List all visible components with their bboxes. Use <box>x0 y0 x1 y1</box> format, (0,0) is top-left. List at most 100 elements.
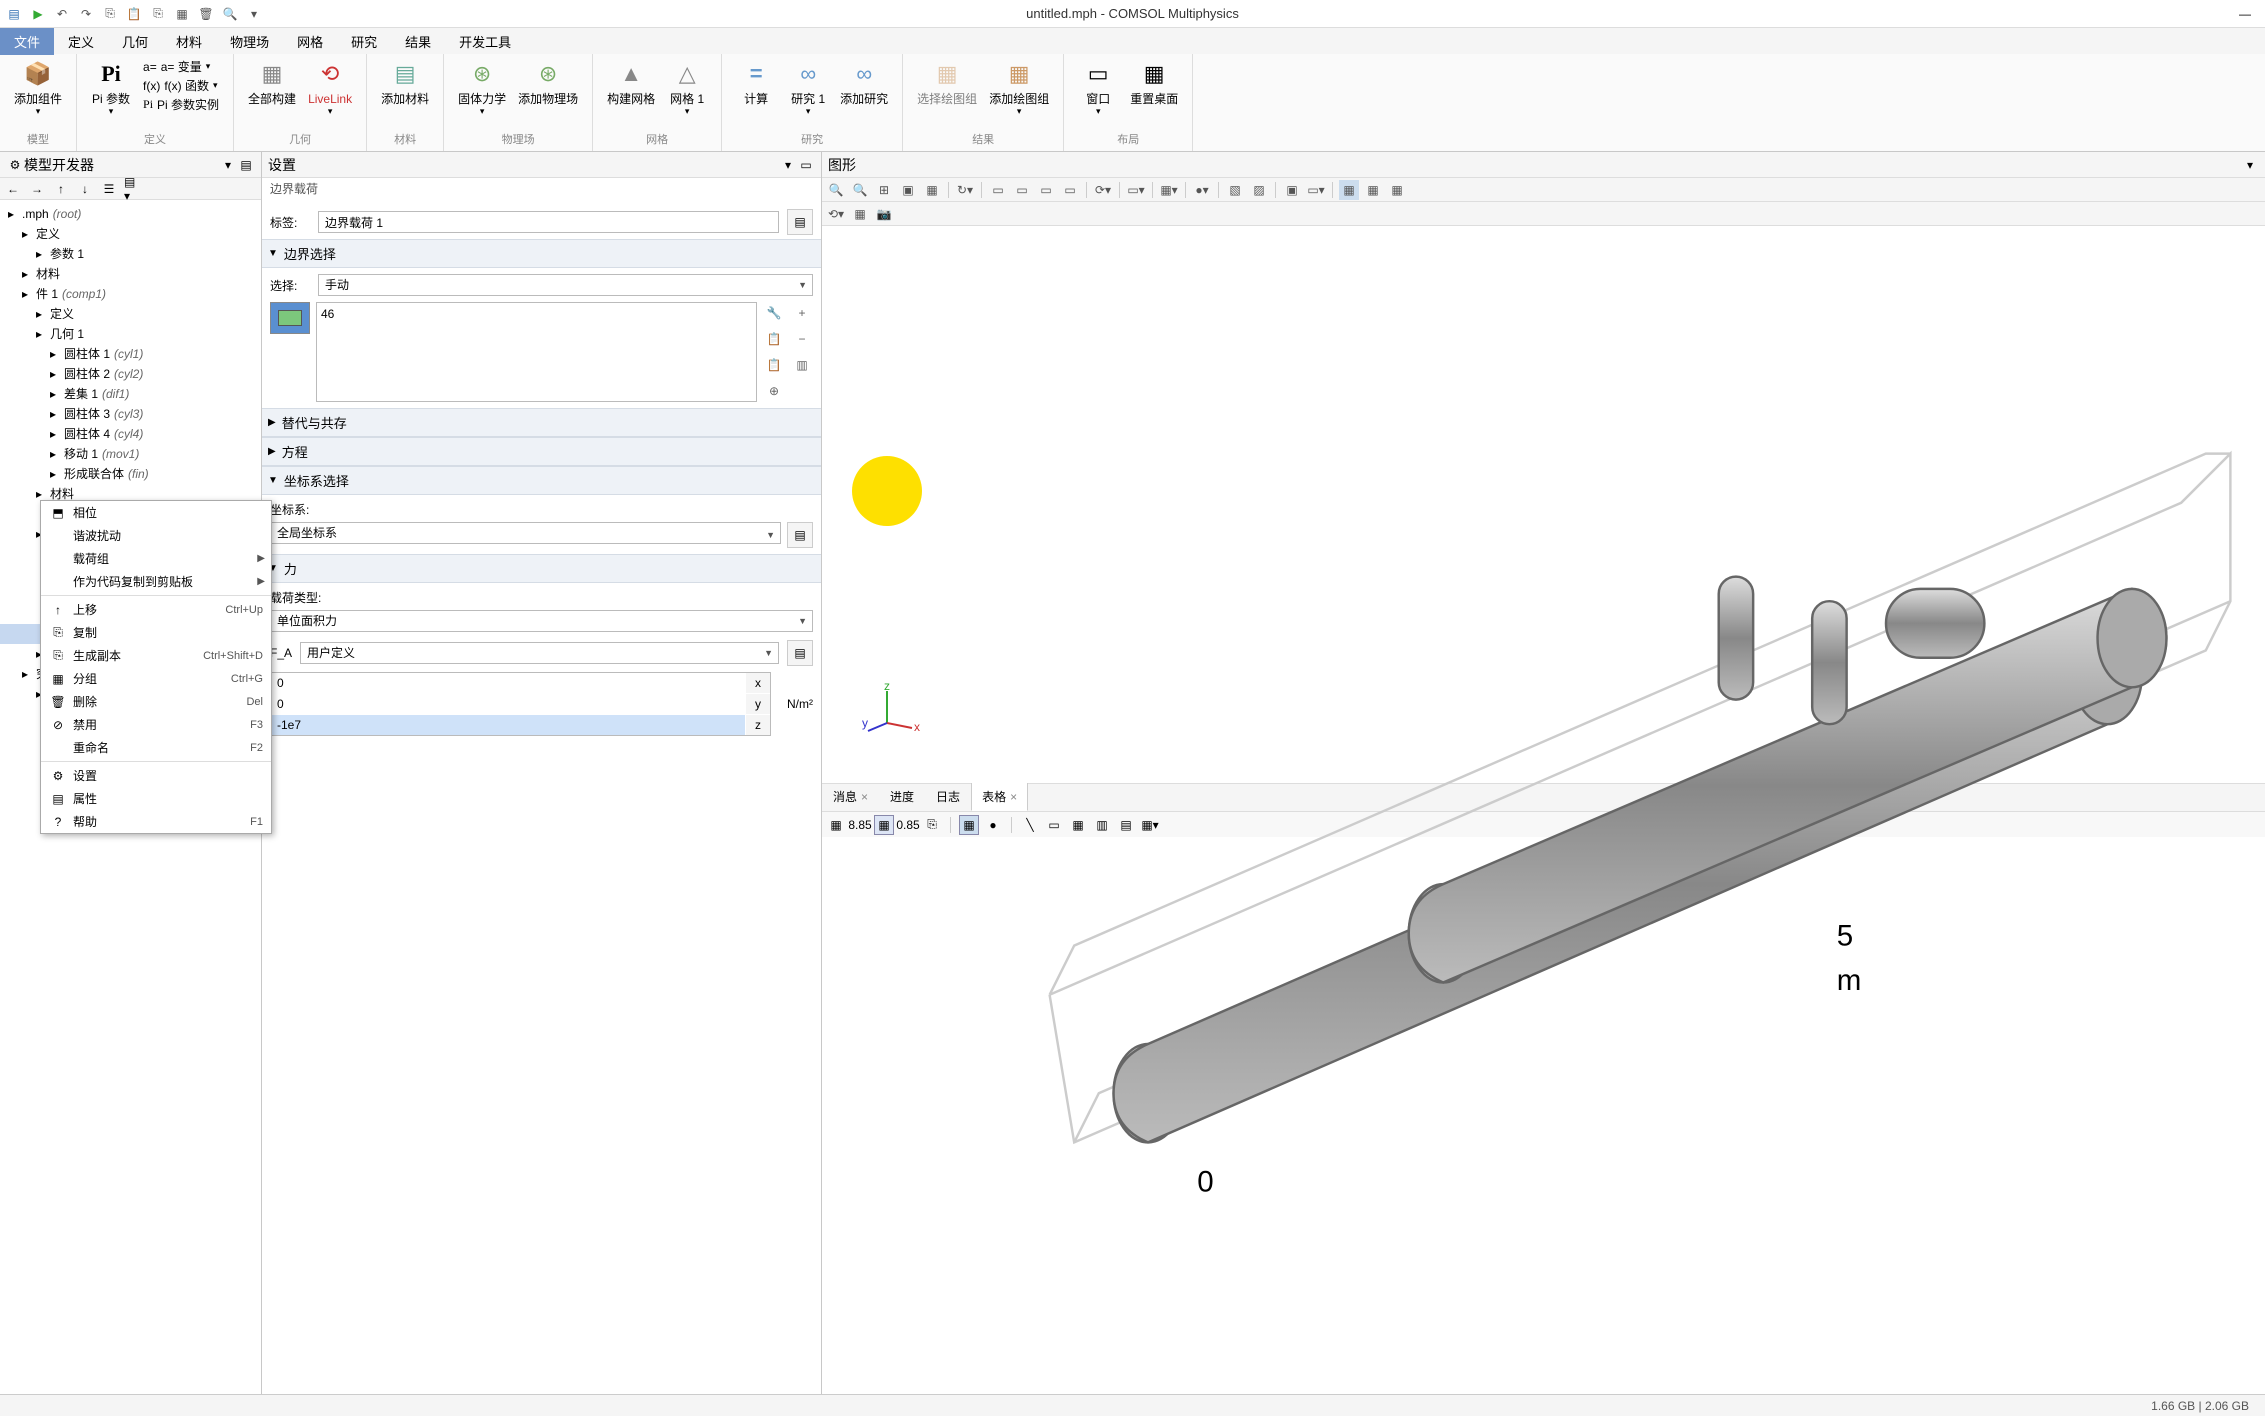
view-default-icon[interactable]: ▭ <box>1060 180 1080 200</box>
menu-results[interactable]: 结果 <box>391 28 445 55</box>
build-all-button[interactable]: ▦ 全部构建 <box>242 56 302 108</box>
tree-node[interactable]: ▸圆柱体 3(cyl3) <box>0 404 261 424</box>
menu-file[interactable]: 文件 <box>0 28 54 55</box>
highlight-icon[interactable]: ▣ <box>1282 180 1302 200</box>
eye-icon[interactable]: ▭▾ <box>1306 180 1326 200</box>
ctx-item[interactable]: ?帮助F1 <box>41 810 271 833</box>
menu-devtools[interactable]: 开发工具 <box>445 28 525 55</box>
mesh1-button[interactable]: △ 网格 1 ▾ <box>661 56 713 119</box>
copy-icon[interactable]: ⎘ <box>102 6 118 22</box>
selection-list[interactable]: 46 <box>316 302 757 402</box>
functions-button[interactable]: f(x)f(x) 函数▾ <box>143 77 219 94</box>
add-physics-button[interactable]: ⊛ 添加物理场 <box>512 56 584 108</box>
delete-icon[interactable]: 🗑 <box>198 6 214 22</box>
build-mesh-button[interactable]: ▲ 构建网格 <box>601 56 661 108</box>
view-yz-icon[interactable]: ▭ <box>1036 180 1056 200</box>
fa-apply-button[interactable]: ▤ <box>787 640 813 666</box>
print-icon[interactable]: ▦▾ <box>1159 180 1179 200</box>
render3-icon[interactable]: ▦ <box>1387 180 1407 200</box>
tree-node[interactable]: ▸.mph(root) <box>0 204 261 224</box>
tree-node[interactable]: ▸定义 <box>0 304 261 324</box>
ctx-item[interactable]: ⬒相位 <box>41 501 271 524</box>
ctx-item[interactable]: ⚙设置 <box>41 764 271 787</box>
add-selection-icon[interactable]: + <box>791 302 813 324</box>
search-icon[interactable]: 🔍 <box>222 6 238 22</box>
param-instance-button[interactable]: PiPi 参数实例 <box>143 96 219 113</box>
section-coord-sys[interactable]: ▼坐标系选择 <box>262 466 821 495</box>
add-component-button[interactable]: 📦 添加组件 ▾ <box>8 56 68 119</box>
zoom-extents-icon[interactable]: ⊞ <box>874 180 894 200</box>
tree-down-icon[interactable]: ↓ <box>76 180 94 198</box>
coord-system-select[interactable]: 全局坐标系 <box>270 522 781 544</box>
section-force[interactable]: ▼力 <box>262 554 821 583</box>
menu-physics[interactable]: 物理场 <box>216 28 283 55</box>
tree-node[interactable]: ▸定义 <box>0 224 261 244</box>
ctx-item[interactable]: ⎘生成副本Ctrl+Shift+D <box>41 644 271 667</box>
tbl-precision-icon[interactable]: 8.85 <box>850 815 870 835</box>
ctx-item[interactable]: ▤属性 <box>41 787 271 810</box>
livelink-button[interactable]: ⟲ LiveLink ▾ <box>302 56 358 119</box>
tree-node[interactable]: ▸参数 1 <box>0 244 261 264</box>
zoom-box-icon[interactable]: ▣ <box>898 180 918 200</box>
snapshot-icon[interactable]: ▦ <box>850 204 870 224</box>
settings-close-icon[interactable]: ▭ <box>797 156 815 174</box>
solid-mechanics-button[interactable]: ⊛ 固体力学 ▾ <box>452 56 512 119</box>
fa-definition-select[interactable]: 用户定义 <box>300 642 779 664</box>
parameters-button[interactable]: Pi Pi 参数 ▾ <box>85 56 137 119</box>
tree-view-icon[interactable]: ▤ ▾ <box>124 180 142 198</box>
tbl-view-icon[interactable]: ▦ <box>826 815 846 835</box>
run-icon[interactable]: ▶ <box>30 6 46 22</box>
coord-apply-button[interactable]: ▤ <box>787 522 813 548</box>
force-z-input[interactable] <box>271 715 745 735</box>
tree-node[interactable]: ▸圆柱体 2(cyl2) <box>0 364 261 384</box>
tbl-auto-icon[interactable]: ▦ <box>874 815 894 835</box>
paste-icon[interactable]: 📋 <box>126 6 142 22</box>
sel-mode2-icon[interactable]: ▨ <box>1249 180 1269 200</box>
copy2-icon[interactable]: ⎘ <box>150 6 166 22</box>
study1-button[interactable]: ∞ 研究 1 ▾ <box>782 56 834 119</box>
selection-mode-select[interactable]: 手动 <box>318 274 813 296</box>
anim-icon[interactable]: ⟲▾ <box>826 204 846 224</box>
section-equation[interactable]: ▶方程 <box>262 437 821 466</box>
force-x-input[interactable] <box>271 673 745 693</box>
close-icon[interactable]: × <box>861 790 868 804</box>
panel-options-icon[interactable]: ▤ <box>237 156 255 174</box>
load-type-select[interactable]: 单位面积力 <box>270 610 813 632</box>
copy-selection-icon[interactable]: 📋 <box>763 328 785 350</box>
ctx-item[interactable]: 谐波扰动 <box>41 524 271 547</box>
menu-geometry[interactable]: 几何 <box>108 28 162 55</box>
tree-up-icon[interactable]: ↑ <box>52 180 70 198</box>
menu-material[interactable]: 材料 <box>162 28 216 55</box>
label-input[interactable] <box>318 211 779 233</box>
toggle-selection-icon[interactable]: ▥ <box>791 354 813 376</box>
selection-toggle[interactable] <box>270 302 310 334</box>
zoom-sel-icon[interactable]: ▦ <box>922 180 942 200</box>
panel-menu-icon[interactable]: ▾ <box>219 156 237 174</box>
tree-node[interactable]: ▸移动 1(mov1) <box>0 444 261 464</box>
rotate-icon[interactable]: ↻▾ <box>955 180 975 200</box>
label-apply-button[interactable]: ▤ <box>787 209 813 235</box>
menu-define[interactable]: 定义 <box>54 28 108 55</box>
ctx-item[interactable]: 🗑删除Del <box>41 690 271 713</box>
settings-undock-icon[interactable]: ▾ <box>779 156 797 174</box>
tree-node[interactable]: ▸形成联合体(fin) <box>0 464 261 484</box>
zoom-out-icon[interactable]: 🔍 <box>850 180 870 200</box>
section-override[interactable]: ▶替代与共存 <box>262 408 821 437</box>
ctx-item[interactable]: ↑上移Ctrl+Up <box>41 598 271 621</box>
dropdown-icon[interactable]: ▾ <box>246 6 262 22</box>
ctx-item[interactable]: ⎘复制 <box>41 621 271 644</box>
tree-nav-back-icon[interactable]: ← <box>4 180 22 198</box>
add-material-button[interactable]: ▤ 添加材料 <box>375 56 435 108</box>
ctx-item[interactable]: 载荷组▶ <box>41 547 271 570</box>
tab-messages[interactable]: 消息× <box>822 782 879 811</box>
render1-icon[interactable]: ▦ <box>1339 180 1359 200</box>
tree-nav-fwd-icon[interactable]: → <box>28 180 46 198</box>
reset-desktop-button[interactable]: ▦ 重置桌面 <box>1124 56 1184 108</box>
menu-mesh[interactable]: 网格 <box>283 28 337 55</box>
export-icon[interactable]: ●▾ <box>1192 180 1212 200</box>
paste2-selection-icon[interactable]: 📋 <box>763 354 785 376</box>
menu-study[interactable]: 研究 <box>337 28 391 55</box>
tree-node[interactable]: ▸圆柱体 4(cyl4) <box>0 424 261 444</box>
ctx-item[interactable]: ⊘禁用F3 <box>41 713 271 736</box>
redo-icon[interactable]: ↷ <box>78 6 94 22</box>
